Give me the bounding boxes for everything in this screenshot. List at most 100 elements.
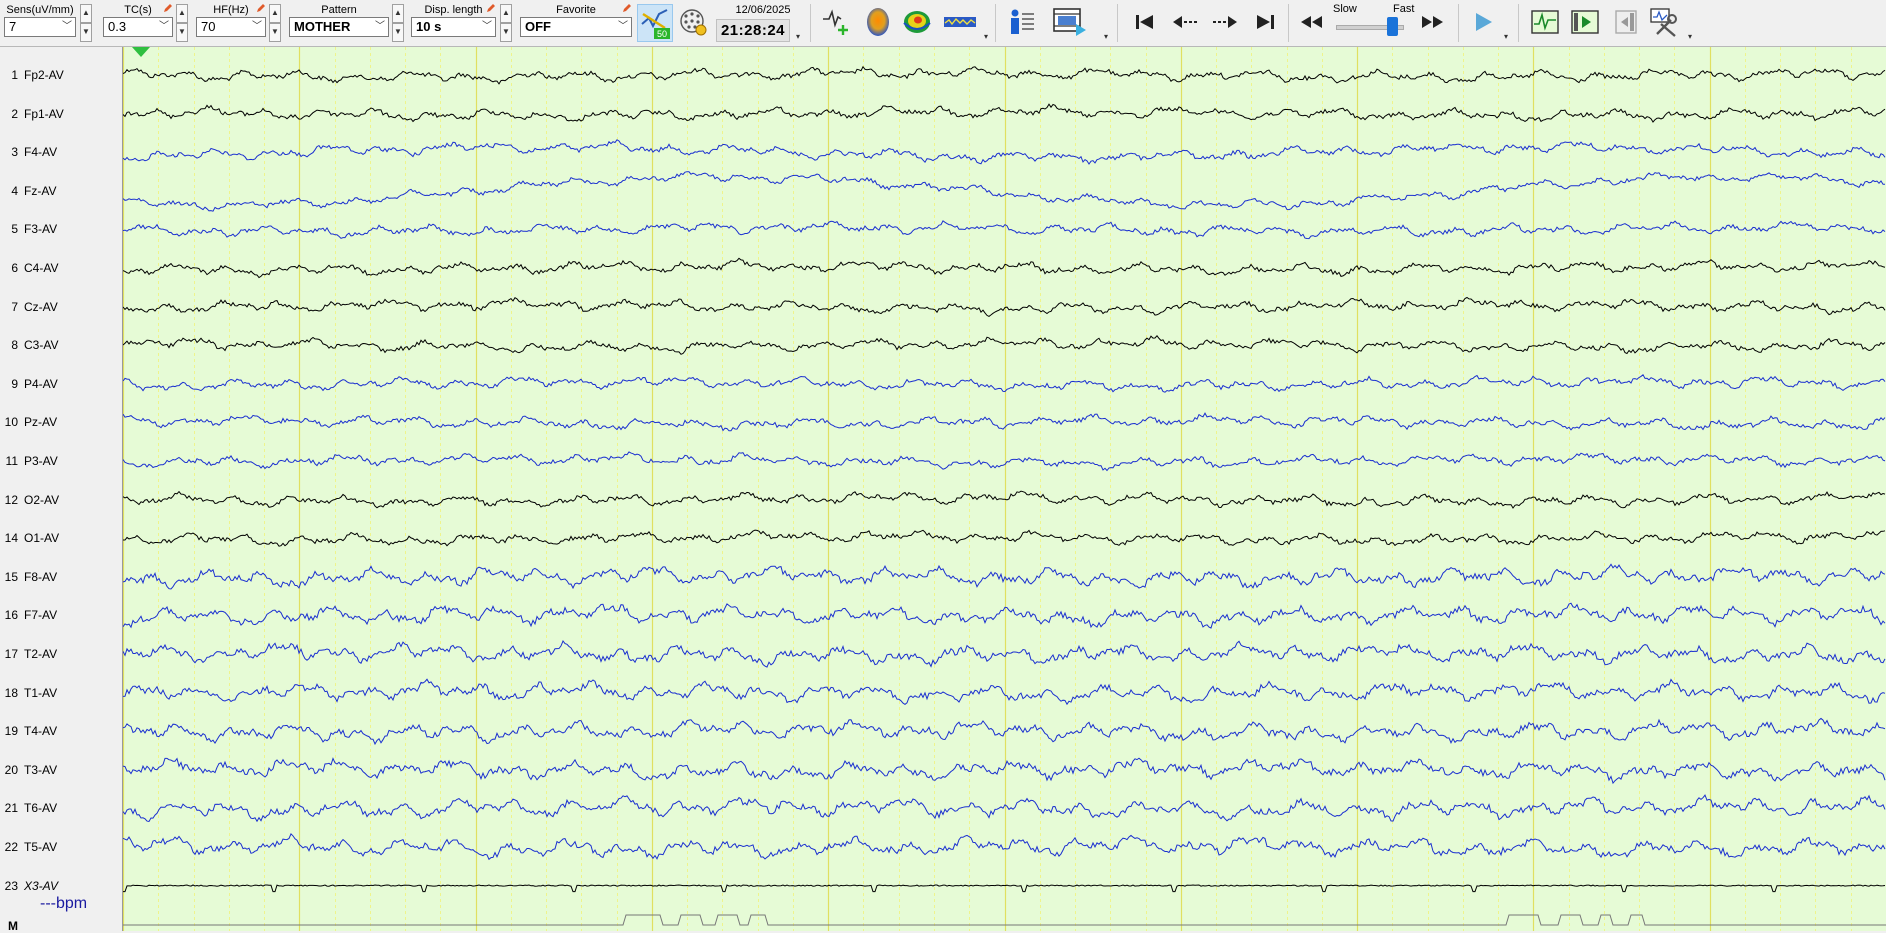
channel-name: P3-AV bbox=[24, 454, 58, 468]
channel-number: 20 bbox=[4, 762, 18, 777]
channel-name: Pz-AV bbox=[24, 415, 58, 430]
channel-name: C3-AV bbox=[24, 338, 59, 353]
montage-settings-button[interactable] bbox=[676, 5, 710, 39]
fast-forward-button[interactable] bbox=[1416, 5, 1450, 39]
favorite-control: Favorite OFF ﹀ bbox=[520, 3, 632, 37]
video-dropdown-icon[interactable]: ▾ bbox=[1104, 32, 1108, 41]
video-film-icon bbox=[1053, 8, 1086, 36]
topographic-map-button[interactable] bbox=[900, 5, 934, 39]
analysis-dropdown-icon[interactable]: ▾ bbox=[984, 32, 988, 41]
pencil-icon[interactable] bbox=[486, 3, 496, 13]
favorite-select[interactable]: OFF ﹀ bbox=[520, 17, 632, 37]
sensitivity-down-button[interactable]: ▼ bbox=[80, 23, 92, 42]
toolbar-separator bbox=[1288, 4, 1289, 42]
play-button[interactable] bbox=[1466, 5, 1500, 39]
time-constant-down-button[interactable]: ▼ bbox=[176, 23, 188, 42]
channel-label[interactable]: 1 Fp2-AV bbox=[0, 65, 120, 85]
channel-trace bbox=[123, 563, 1886, 590]
high-filter-down-button[interactable]: ▼ bbox=[269, 23, 281, 42]
favorite-value: OFF bbox=[525, 19, 551, 34]
channel-label[interactable]: 18 T1-AV bbox=[0, 683, 120, 703]
waveform-marker-button[interactable] bbox=[820, 5, 854, 39]
channel-trace bbox=[123, 451, 1886, 472]
channel-trace bbox=[123, 884, 1886, 893]
pattern-up-button[interactable]: ▲ bbox=[392, 4, 404, 23]
high-filter-up-button[interactable]: ▲ bbox=[269, 4, 281, 23]
channel-label[interactable]: 23 X3-AV bbox=[0, 876, 120, 896]
channel-label[interactable]: 20 T3-AV bbox=[0, 760, 120, 780]
patient-info-button[interactable] bbox=[1004, 5, 1038, 39]
channel-name: Fp2-AV bbox=[24, 68, 64, 82]
sensitivity-select[interactable]: 7 ﹀ bbox=[4, 17, 76, 37]
pencil-icon[interactable] bbox=[163, 3, 173, 13]
display-length-label: Disp. length bbox=[424, 4, 483, 16]
channel-label[interactable]: 5 F3-AV bbox=[0, 219, 120, 239]
eeg-display: 1 Fp2-AV 2 Fp1-AV 3 F4-AV 4 Fz-AV 5 F3-AV 6 C4-AV 7 C… bbox=[0, 47, 1886, 933]
time-menu-dropdown-icon[interactable]: ▾ bbox=[796, 32, 800, 41]
time-constant-up-button[interactable]: ▲ bbox=[176, 4, 188, 23]
play-icon bbox=[1476, 13, 1492, 31]
video-playback-button[interactable] bbox=[1051, 5, 1089, 39]
pencil-icon[interactable] bbox=[622, 3, 632, 13]
speed-slider-thumb[interactable] bbox=[1387, 17, 1399, 36]
channel-label[interactable]: 3 F4-AV bbox=[0, 142, 120, 162]
high-filter-select[interactable]: 70 ﹀ bbox=[196, 17, 266, 37]
eeg-traces bbox=[123, 47, 1886, 931]
channel-number: 15 bbox=[4, 569, 18, 584]
toolbar-separator bbox=[1518, 4, 1519, 42]
channel-number: 4 bbox=[11, 183, 18, 198]
channel-label[interactable]: 19 T4-AV bbox=[0, 721, 120, 741]
go-to-start-button[interactable] bbox=[1128, 5, 1162, 39]
toolbar-separator bbox=[1458, 4, 1459, 42]
channel-label[interactable]: 14 O1-AV bbox=[0, 528, 120, 548]
channel-trace bbox=[123, 490, 1886, 509]
sensitivity-up-button[interactable]: ▲ bbox=[80, 4, 92, 23]
channel-name: Cz-AV bbox=[24, 299, 58, 314]
channel-label[interactable]: 6 C4-AV bbox=[0, 258, 120, 278]
channel-label[interactable]: 8 C3-AV bbox=[0, 335, 120, 355]
channel-label[interactable]: 11 P3-AV bbox=[0, 451, 120, 471]
pattern-value: MOTHER bbox=[294, 19, 351, 34]
channel-trace bbox=[123, 171, 1885, 212]
page-forward-view-button[interactable] bbox=[1568, 5, 1602, 39]
channel-label[interactable]: 2 Fp1-AV bbox=[0, 104, 120, 124]
tools-dropdown-icon[interactable]: ▾ bbox=[1688, 32, 1692, 41]
go-to-end-button[interactable] bbox=[1248, 5, 1282, 39]
rewind-button[interactable] bbox=[1294, 5, 1328, 39]
time-cursor-marker[interactable] bbox=[132, 47, 150, 57]
channel-label[interactable]: 4 Fz-AV bbox=[0, 181, 120, 201]
chevron-down-icon: ﹀ bbox=[482, 21, 492, 32]
speed-fast-label: Fast bbox=[1393, 3, 1415, 15]
step-forward-button[interactable] bbox=[1208, 5, 1242, 39]
pattern-select[interactable]: MOTHER ﹀ bbox=[289, 17, 389, 37]
channel-label[interactable]: 16 F7-AV bbox=[0, 605, 120, 625]
patient-info-icon bbox=[1011, 9, 1034, 34]
display-length-up-button[interactable]: ▲ bbox=[500, 4, 512, 23]
skip-to-start-icon bbox=[1136, 15, 1153, 29]
pencil-icon[interactable] bbox=[256, 3, 266, 13]
spectrum-button[interactable] bbox=[941, 5, 979, 39]
channel-label[interactable]: 15 F8-AV bbox=[0, 567, 120, 587]
display-length-select[interactable]: 10 s ﹀ bbox=[411, 17, 496, 37]
channel-label[interactable]: 7 Cz-AV bbox=[0, 297, 120, 317]
channel-label[interactable]: 17 T2-AV bbox=[0, 644, 120, 664]
time-constant-select[interactable]: 0.3 ﹀ bbox=[103, 17, 173, 37]
channel-trace bbox=[123, 139, 1886, 165]
page-back-view-button[interactable] bbox=[1608, 5, 1642, 39]
tools-settings-button[interactable] bbox=[1648, 5, 1682, 39]
waveform-view-button[interactable] bbox=[1528, 5, 1562, 39]
pattern-down-button[interactable]: ▼ bbox=[392, 23, 404, 42]
channel-label[interactable]: 22 T5-AV bbox=[0, 837, 120, 857]
play-dropdown-icon[interactable]: ▾ bbox=[1504, 32, 1508, 41]
channel-number: 22 bbox=[4, 840, 18, 854]
channel-label[interactable]: 12 O2-AV bbox=[0, 490, 120, 510]
eeg-trace-area[interactable] bbox=[123, 47, 1886, 931]
channel-label[interactable]: 10 Pz-AV bbox=[0, 412, 120, 432]
head-map-button[interactable] bbox=[861, 5, 895, 39]
notch-filter-button[interactable]: 50 bbox=[637, 4, 673, 42]
channel-number: 1 bbox=[11, 68, 18, 82]
display-length-down-button[interactable]: ▼ bbox=[500, 23, 512, 42]
channel-label[interactable]: 21 T6-AV bbox=[0, 798, 120, 818]
step-back-button[interactable] bbox=[1168, 5, 1202, 39]
channel-label[interactable]: 9 P4-AV bbox=[0, 374, 120, 394]
